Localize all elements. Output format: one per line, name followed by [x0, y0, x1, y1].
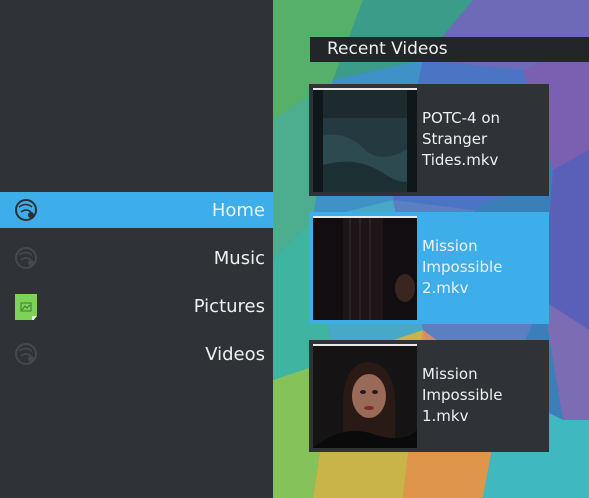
video-card[interactable]: POTC-4 on Stranger Tides.mkv [309, 84, 549, 196]
sidebar-item-pictures[interactable]: Pictures [0, 288, 273, 324]
sidebar: Home Music Pictures Videos [0, 0, 273, 498]
videos-icon [15, 343, 37, 365]
sidebar-item-home[interactable]: Home [0, 192, 273, 228]
recent-videos-title: Recent Videos [310, 37, 589, 62]
sidebar-item-videos[interactable]: Videos [0, 336, 273, 372]
video-title: POTC-4 on Stranger Tides.mkv [422, 109, 501, 169]
sidebar-item-label: Music [213, 247, 265, 269]
sidebar-item-label: Pictures [193, 295, 265, 317]
home-icon [15, 199, 37, 221]
video-title: Mission Impossible 1.mkv [422, 365, 503, 425]
sidebar-item-label: Home [211, 199, 265, 221]
video-thumbnail [313, 216, 417, 320]
sidebar-item-label: Videos [205, 343, 265, 365]
video-title: Mission Impossible 2.mkv [422, 237, 503, 297]
video-thumbnail [313, 88, 417, 192]
video-card[interactable]: Mission Impossible 2.mkv [309, 212, 549, 324]
pictures-icon [15, 294, 37, 320]
sidebar-item-music[interactable]: Music [0, 240, 273, 276]
video-card[interactable]: Mission Impossible 1.mkv [309, 340, 549, 452]
video-thumbnail [313, 344, 417, 448]
music-icon [15, 247, 37, 269]
